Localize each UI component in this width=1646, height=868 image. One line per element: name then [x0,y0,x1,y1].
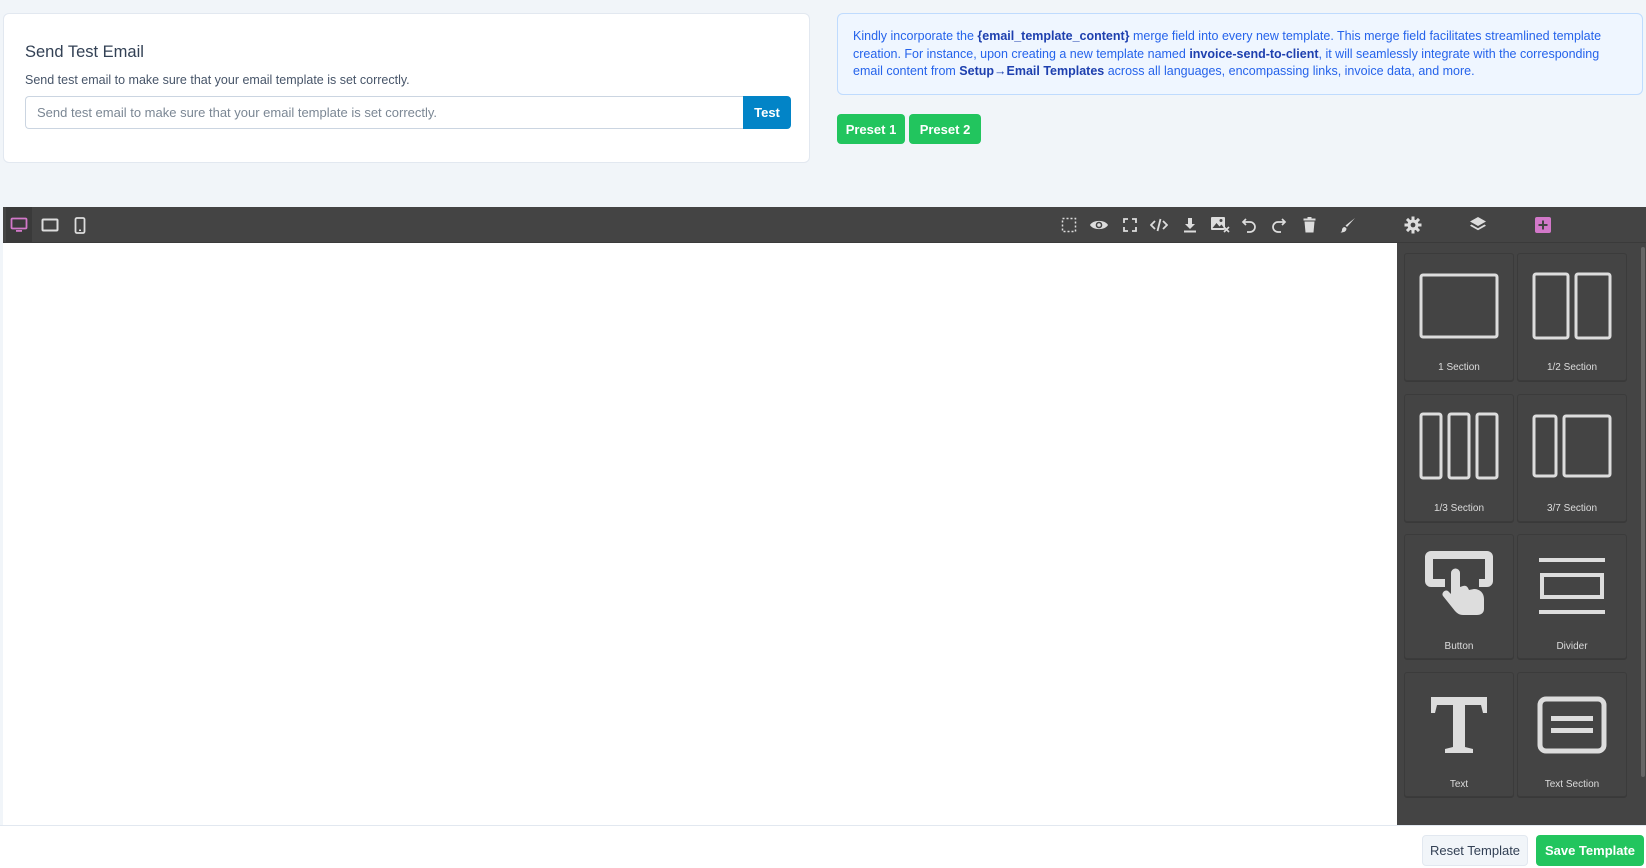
text-icon [1431,697,1487,753]
save-template-button[interactable]: Save Template [1536,835,1644,866]
test-email-input-group: Test [25,96,791,129]
email-editor: 1 Section 1/2 Section 1/3 Section 3/7 Se… [3,207,1646,825]
preset-1-button[interactable]: Preset 1 [837,114,905,144]
eye-icon[interactable] [1088,207,1110,243]
undo-icon[interactable] [1239,207,1259,243]
template-name-example: invoice-send-to-client [1189,46,1319,61]
trash-icon[interactable] [1299,207,1319,243]
third-section-icon [1419,412,1499,480]
block-text[interactable]: Text [1404,672,1514,797]
download-icon[interactable] [1180,207,1200,243]
desktop-icon[interactable] [6,207,32,243]
block-label: Text [1449,779,1469,790]
block-button[interactable]: Button [1404,534,1514,659]
block-label: 3/7 Section [1546,503,1598,514]
code-icon[interactable] [1148,207,1170,243]
text-section-icon [1537,696,1607,754]
remove-image-icon[interactable] [1209,207,1231,243]
reset-template-button[interactable]: Reset Template [1422,835,1528,866]
block-label: Divider [1556,641,1588,652]
redo-icon[interactable] [1269,207,1289,243]
editor-toolbar [3,207,1646,243]
block-label: 1/2 Section [1546,362,1598,373]
fullscreen-icon[interactable] [1120,207,1140,243]
block-3-7-section[interactable]: 3/7 Section [1517,394,1627,522]
setup-email-templates-link: Setup→Email Templates [959,64,1105,78]
one-section-icon [1419,273,1499,339]
block-divider[interactable]: Divider [1517,534,1627,659]
block-label: Button [1444,641,1474,652]
test-button[interactable]: Test [743,96,791,129]
layers-icon[interactable] [1467,207,1489,243]
block-label: 1 Section [1438,362,1480,373]
card-description: Send test email to make sure that your e… [25,73,410,87]
test-email-input[interactable] [25,96,743,129]
tablet-icon[interactable] [38,207,62,243]
merge-field-info-alert: Kindly incorporate the {email_template_c… [837,13,1643,95]
block-label: 1/3 Section [1433,503,1485,514]
button-icon [1425,551,1493,615]
panel-scrollbar[interactable] [1641,247,1645,777]
blocks-panel: 1 Section 1/2 Section 1/3 Section 3/7 Se… [1397,243,1646,825]
divider-icon [1539,558,1605,614]
preset-2-button[interactable]: Preset 2 [909,114,981,144]
paint-brush-icon[interactable] [1337,207,1359,243]
block-label: Text Section [1544,779,1600,790]
half-section-icon [1532,272,1612,340]
gear-icon[interactable] [1402,207,1424,243]
footer-bar: Reset Template Save Template [0,825,1646,868]
add-block-icon[interactable] [1531,207,1555,243]
info-text-4: across all languages, encompassing links… [1104,64,1475,78]
editor-canvas[interactable] [3,243,1397,825]
select-area-icon[interactable] [1059,207,1079,243]
send-test-email-card: Send Test Email Send test email to make … [3,13,810,163]
block-third-section[interactable]: 1/3 Section [1404,394,1514,522]
block-1-section[interactable]: 1 Section [1404,253,1514,381]
info-text-1: Kindly incorporate the [853,29,978,43]
card-title: Send Test Email [25,43,144,61]
block-text-section[interactable]: Text Section [1517,672,1627,797]
block-half-section[interactable]: 1/2 Section [1517,253,1627,381]
merge-field-code: {email_template_content} [977,29,1130,43]
three-seven-section-icon [1532,414,1612,478]
mobile-icon[interactable] [70,207,90,243]
